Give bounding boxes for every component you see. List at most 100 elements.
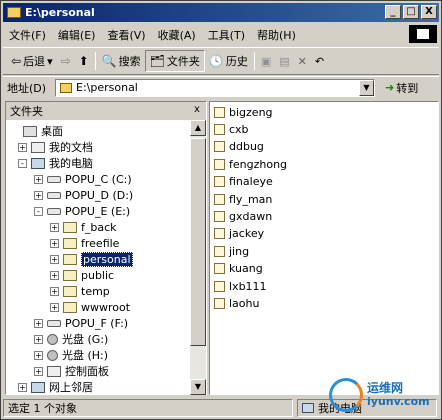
title-bar[interactable]: E:\personal _ □ X xyxy=(3,3,439,22)
file-item[interactable]: laohu xyxy=(214,295,259,311)
tree-expander[interactable]: + xyxy=(50,286,59,296)
tree-expander[interactable]: - xyxy=(18,158,27,168)
forward-button[interactable]: ⇨ xyxy=(57,50,75,72)
address-dropdown-button[interactable]: ▼ xyxy=(359,79,374,96)
tree-expander[interactable]: + xyxy=(34,174,43,184)
folders-pane: 文件夹 x 桌面 + 我的文档 - 我的电脑 + POPU_C (C:) + POPU_D (D… xyxy=(5,101,207,395)
file-item[interactable]: fengzhong xyxy=(214,156,287,172)
tree-item[interactable]: + f_back xyxy=(50,219,117,235)
menu-edit[interactable]: 编辑(E) xyxy=(52,27,102,43)
tree-expander[interactable]: + xyxy=(50,254,59,264)
windows-logo-icon xyxy=(409,25,437,43)
file-name: laohu xyxy=(229,296,260,310)
scroll-down-button[interactable]: ▼ xyxy=(190,379,206,395)
cd-icon xyxy=(47,333,58,345)
go-arrow-icon: ➜ xyxy=(385,81,395,94)
file-item[interactable]: gxdawn xyxy=(214,208,272,224)
scroll-thumb[interactable] xyxy=(190,138,206,346)
back-button[interactable]: ⇦ 后退 ▾ xyxy=(7,50,57,72)
copy-to-button[interactable]: ▤ xyxy=(275,50,293,72)
tree-expander[interactable]: + xyxy=(50,222,59,232)
address-input[interactable]: E:\personal ▼ xyxy=(55,78,375,97)
file-item[interactable]: ddbug xyxy=(214,139,264,155)
tree-item[interactable]: + freefile xyxy=(50,235,119,251)
file-name: jing xyxy=(229,244,250,258)
tree-item[interactable]: - 我的电脑 xyxy=(18,155,93,171)
tree-expander[interactable]: + xyxy=(34,190,43,200)
file-item[interactable]: cxb xyxy=(214,121,249,137)
file-item[interactable]: lxb111 xyxy=(214,278,267,294)
up-button[interactable]: ⬆ xyxy=(75,50,93,72)
tree-expander[interactable]: + xyxy=(50,302,59,312)
search-icon: 🔍 xyxy=(101,54,117,68)
drive-icon xyxy=(47,175,61,183)
tree-item[interactable]: + wwwroot xyxy=(50,299,130,315)
tree-item[interactable]: + personal xyxy=(50,251,133,267)
toolbar: ⇦ 后退 ▾ ⇨ ⬆ 🔍 搜索 🗂 文件夹 🕓 历史 ▣ ▤ ✕ ↶ xyxy=(3,47,439,75)
tree-expander[interactable]: + xyxy=(18,382,27,392)
tree-expander[interactable]: + xyxy=(18,142,27,152)
tree-expander[interactable]: - xyxy=(34,206,43,216)
undo-button[interactable]: ↶ xyxy=(311,50,328,72)
tree-item-label: POPU_E (E:) xyxy=(65,204,131,218)
tree-item-label: 我的文档 xyxy=(49,141,93,154)
tree-item-label: temp xyxy=(81,284,110,298)
move-to-button[interactable]: ▣ xyxy=(257,50,275,72)
file-item[interactable]: kuang xyxy=(214,261,263,277)
tree-expander[interactable]: + xyxy=(34,366,43,376)
tree-expander[interactable]: + xyxy=(34,350,43,360)
file-item[interactable]: fly_man xyxy=(214,191,272,207)
history-button[interactable]: 🕓 历史 xyxy=(205,50,252,72)
file-item[interactable]: jing xyxy=(214,243,249,259)
file-name: fly_man xyxy=(229,192,273,206)
tree-item[interactable]: + POPU_F (F:) xyxy=(34,315,128,331)
minimize-button[interactable]: _ xyxy=(385,5,401,19)
tree-expander[interactable]: + xyxy=(50,238,59,248)
tree-item[interactable]: + 光盘 (H:) xyxy=(34,347,108,363)
close-button[interactable]: X xyxy=(421,5,437,19)
tree-item[interactable]: + 控制面板 xyxy=(34,363,109,379)
site-logo-icon xyxy=(329,378,363,412)
file-item[interactable]: bigzeng xyxy=(214,104,273,120)
menu-view[interactable]: 查看(V) xyxy=(101,27,151,43)
tree-expander[interactable]: + xyxy=(34,334,43,344)
file-icon xyxy=(214,123,225,135)
folder-icon xyxy=(63,301,77,313)
menu-favorites[interactable]: 收藏(A) xyxy=(152,27,202,43)
tree-item[interactable]: + POPU_C (C:) xyxy=(34,171,132,187)
history-icon: 🕓 xyxy=(208,54,224,68)
menu-tools[interactable]: 工具(T) xyxy=(202,27,251,43)
tree-item[interactable]: + POPU_D (D:) xyxy=(34,187,133,203)
folders-button[interactable]: 🗂 文件夹 xyxy=(144,50,205,72)
pane-close-button[interactable]: x xyxy=(190,104,204,117)
tree-item[interactable]: 桌面 xyxy=(10,123,63,139)
file-item[interactable]: finaleye xyxy=(214,174,273,190)
tree-item[interactable]: + temp xyxy=(50,283,110,299)
file-icon xyxy=(214,297,225,309)
file-icon xyxy=(214,158,225,170)
file-icon xyxy=(214,245,225,257)
tree-item[interactable]: - POPU_E (E:) xyxy=(34,203,130,219)
tree-item-label: personal xyxy=(81,251,133,267)
go-button[interactable]: ➜ 转到 xyxy=(385,80,418,96)
tree-item[interactable]: + public xyxy=(50,267,114,283)
folder-tree: 桌面 + 我的文档 - 我的电脑 + POPU_C (C:) + POPU_D (D:) - POP… xyxy=(6,121,192,394)
folder-icon xyxy=(63,237,77,249)
tree-item[interactable]: + 网上邻居 xyxy=(18,379,93,394)
file-item[interactable]: jackey xyxy=(214,226,264,242)
maximize-button[interactable]: □ xyxy=(403,5,419,19)
tree-item-label: 网上邻居 xyxy=(49,381,93,394)
folder-icon xyxy=(63,253,77,265)
watermark: 运维网 iyunv.com xyxy=(329,373,439,417)
scroll-up-button[interactable]: ▲ xyxy=(190,120,206,136)
delete-button[interactable]: ✕ xyxy=(294,50,311,72)
status-selection: 选定 1 个对象 xyxy=(3,399,293,417)
tree-expander[interactable]: + xyxy=(34,318,43,328)
tree-scrollbar[interactable]: ▲ ▼ xyxy=(190,120,206,395)
tree-item[interactable]: + 光盘 (G:) xyxy=(34,331,108,347)
search-button[interactable]: 🔍 搜索 xyxy=(98,50,145,72)
tree-expander[interactable]: + xyxy=(50,270,59,280)
menu-file[interactable]: 文件(F) xyxy=(3,27,52,43)
tree-item[interactable]: + 我的文档 xyxy=(18,139,93,155)
menu-help[interactable]: 帮助(H) xyxy=(251,27,302,43)
